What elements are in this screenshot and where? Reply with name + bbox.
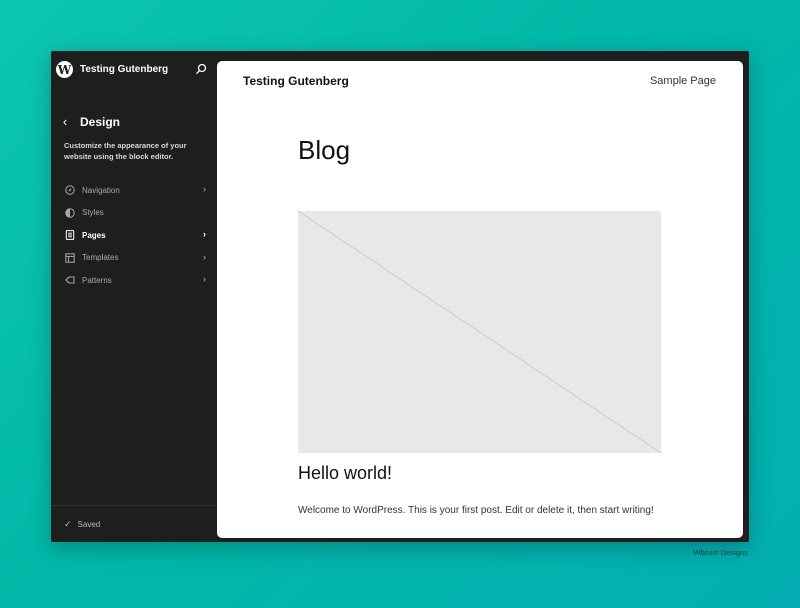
sidebar-item-templates[interactable]: Templates › (60, 247, 210, 270)
watermark-credit: Wbcom Designs (693, 548, 748, 557)
save-status-bar: ✓ Saved (51, 505, 217, 542)
search-icon[interactable] (195, 63, 207, 75)
layout-icon (65, 253, 75, 263)
chevron-right-icon: › (203, 274, 206, 284)
page-icon (65, 230, 75, 241)
sidebar-item-label: Pages (82, 230, 106, 240)
featured-image-placeholder[interactable] (298, 211, 661, 453)
page-title[interactable]: Blog (298, 135, 350, 166)
section-description: Customize the appearance of your website… (64, 141, 187, 161)
checkmark-icon: ✓ (64, 518, 72, 529)
chevron-right-icon: › (203, 184, 206, 194)
post-excerpt[interactable]: Welcome to WordPress. This is your first… (298, 505, 654, 516)
sidebar-item-label: Templates (82, 253, 119, 263)
diamond-icon (65, 276, 75, 284)
sidebar-item-navigation[interactable]: Navigation › (60, 179, 210, 202)
compass-icon (65, 185, 75, 195)
wordpress-logo-icon[interactable]: W (56, 61, 73, 78)
editor-canvas[interactable]: Testing Gutenberg Sample Page Blog Hello… (217, 61, 743, 538)
chevron-right-icon: › (203, 229, 206, 239)
sidebar-item-styles[interactable]: Styles (60, 202, 210, 225)
sidebar-item-patterns[interactable]: Patterns › (60, 269, 210, 292)
sidebar-item-pages[interactable]: Pages › (60, 224, 210, 247)
save-status: Saved (77, 519, 101, 529)
placeholder-diagonal-icon (298, 211, 661, 453)
chevron-right-icon: › (203, 251, 206, 262)
sidebar-item-label: Patterns (82, 275, 112, 285)
nav-link-sample-page[interactable]: Sample Page (650, 75, 716, 87)
sidebar-header: W Testing Gutenberg (51, 51, 217, 89)
sidebar-item-label: Navigation (82, 185, 120, 195)
design-nav: Navigation › Styles Pages › Templates › … (60, 179, 210, 292)
design-sidebar: W Testing Gutenberg ‹ Design Customize t… (51, 51, 217, 542)
sidebar-item-label: Styles (82, 208, 104, 218)
half-circle-icon (65, 208, 75, 218)
back-chevron-icon[interactable]: ‹ (59, 115, 71, 129)
site-title-link[interactable]: Testing Gutenberg (80, 64, 168, 75)
canvas-site-title[interactable]: Testing Gutenberg (243, 74, 349, 88)
post-title[interactable]: Hello world! (298, 463, 392, 484)
site-editor-window: W Testing Gutenberg ‹ Design Customize t… (51, 51, 749, 542)
section-title: Design (80, 115, 121, 129)
